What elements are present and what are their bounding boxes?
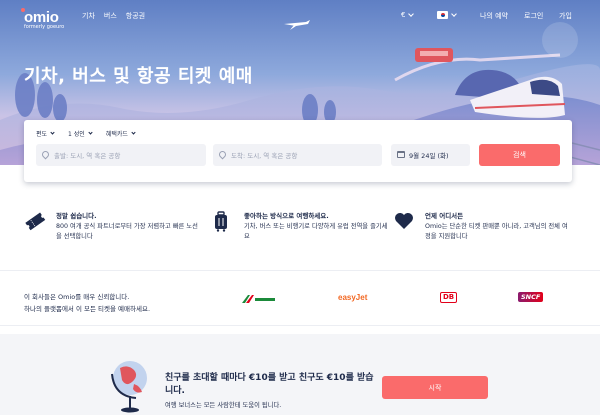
nav-link-buses[interactable]: 버스 [104,11,117,21]
arrival-placeholder: 도착: 도시, 역 혹은 공항 [231,152,298,160]
feature-title: 좋아하는 방식으로 여행하세요. [244,212,329,220]
calendar-icon [397,151,405,158]
partner-logo-italo [240,293,276,305]
ticket-icon [25,212,46,231]
language-selector[interactable] [437,10,457,19]
chevron-down-icon [451,10,457,17]
currency-selector[interactable]: € [401,10,415,19]
partner-logo-sncf: SNCF [518,292,544,302]
feature-title: 정말 쉽습니다. [56,212,97,220]
discount-card-selector[interactable]: 혜택카드 [105,129,136,138]
chevron-down-icon [88,130,93,135]
mode-nav: 기차 버스 항공권 [82,11,145,21]
nav-link-trains[interactable]: 기차 [82,11,95,21]
location-pin-icon [40,149,51,160]
feature-text: 기차, 버스 또는 비행기로 다양하게 유럽 전역을 즐기세요 [244,223,388,240]
login-label: 로그인 [524,12,544,20]
feature-text: Omio는 단순한 티켓 판매뿐 아니라, 고객님의 전체 여정을 지원합니다 [425,223,568,240]
chevron-down-icon [408,10,415,17]
trip-type-selector[interactable]: 편도 [36,129,55,138]
korea-flag-icon [437,11,448,19]
passengers-label: 1 성인 [68,131,85,138]
date-picker[interactable]: 9월 24일 (화) [391,144,470,166]
signup-label: 가입 [559,12,572,20]
arrival-input[interactable]: 도착: 도시, 역 혹은 공항 [213,144,382,166]
hero-headline: 기차, 버스 및 항공 티켓 예매 [24,66,253,87]
feature-title: 언제 어디서든 [425,212,464,220]
partner-logo-db: DB [440,292,458,303]
signup-link[interactable]: 가입 [559,11,572,21]
heart-icon [395,213,413,229]
passengers-selector[interactable]: 1 성인 [68,129,93,138]
trust-line-2: 하나의 플랫폼에서 이 모든 티켓을 예매하세요. [24,305,151,313]
partner-logo-easyjet: easyJet [338,293,368,302]
chevron-down-icon [131,130,136,135]
feature-text: 800 여개 공식 파트너로부터 가장 저렴하고 빠른 노선을 선택합니다 [56,223,198,240]
referral-subtitle: 여행 보너스는 모든 사람한테 도움이 됩니다. [165,402,282,409]
trip-type-label: 편도 [36,131,48,138]
partners-strip: 이 회사들은 Omio를 매우 신뢰합니다. 하나의 플랫폼에서 이 모든 티켓… [0,270,600,326]
top-navigation: omio formerly goeuro 기차 버스 항공권 € 나의 예약 로… [0,0,600,30]
departure-placeholder: 출발: 도시, 역 혹은 공항 [54,152,121,160]
my-booking-label: 나의 예약 [480,12,508,20]
luggage-icon [215,211,227,232]
nav-link-flights[interactable]: 항공권 [126,11,145,21]
referral-section: 친구를 초대할 때마다 €10를 받고 친구도 €10를 받습니다. 여행 보너… [0,334,600,415]
trust-line-1: 이 회사들은 Omio를 매우 신뢰합니다. [24,293,130,301]
currency-label: € [401,11,406,19]
departure-input[interactable]: 출발: 도시, 역 혹은 공항 [36,144,206,166]
search-options: 편도 1 성인 혜택카드 [36,129,136,138]
logo-dot-icon [21,8,25,12]
discount-card-label: 혜택카드 [105,131,128,138]
omio-logo[interactable]: omio formerly goeuro [21,7,64,30]
date-value: 9월 24일 (화) [409,152,449,160]
italo-mark-icon [242,295,275,303]
globe-icon [111,361,147,413]
my-booking-link[interactable]: 나의 예약 [480,11,508,21]
login-link[interactable]: 로그인 [524,11,543,21]
location-pin-icon [217,149,228,160]
referral-title: 친구를 초대할 때마다 €10를 받고 친구도 €10를 받습니다. [165,373,374,396]
referral-start-button[interactable]: 시작 [382,376,488,399]
chevron-down-icon [50,130,55,135]
search-form: 편도 1 성인 혜택카드 출발: 도시, 역 혹은 공항 도착: 도시, 역 혹… [24,120,572,182]
search-button[interactable]: 검색 [479,144,560,166]
logo-subtitle: formerly goeuro [24,24,65,30]
